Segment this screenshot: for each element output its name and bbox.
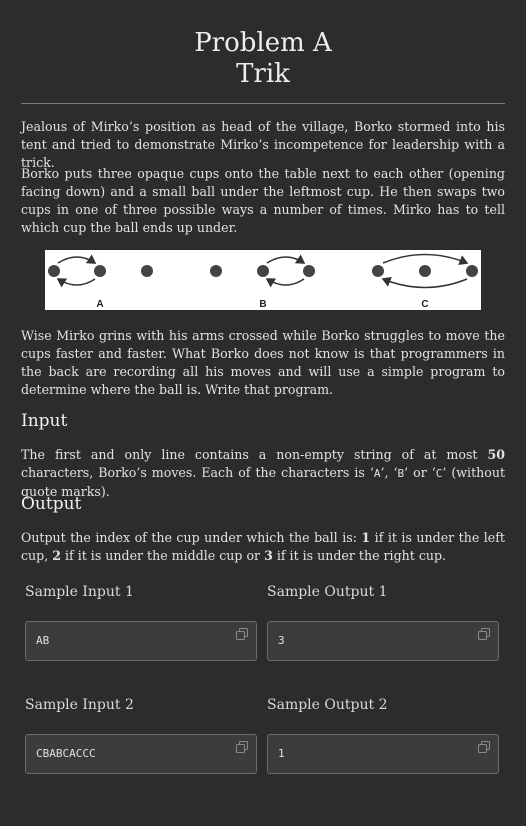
input-description: The first and only line contains a non-e… [21,446,505,501]
figure-label-c: C [421,299,428,310]
sample-output-1-box[interactable]: 3 [267,621,499,661]
output-text: if it is under the middle cup or [61,548,265,563]
sample-input-2-value[interactable]: CBABCACCC [36,747,96,760]
cup-swap-figure: A B C [45,250,481,310]
figure-group-c: C [372,253,478,310]
output-text: Output the index of the cup under which … [21,530,362,545]
output-heading: Output [21,494,82,514]
sample-output-1-value[interactable]: 3 [278,634,285,647]
copy-icon[interactable] [478,741,490,753]
problem-name: Trik [236,59,290,89]
input-text: ’, ‘ [380,465,398,480]
problem-title: Problem A Trik [0,28,526,90]
sample-output-2-box[interactable]: 1 [267,734,499,774]
figure-label-b: B [259,299,266,310]
problem-id: Problem A [194,28,332,58]
copy-icon[interactable] [478,628,490,640]
output-index-3: 3 [264,548,273,563]
output-description: Output the index of the cup under which … [21,529,505,565]
statement-paragraph-2: Borko puts three opaque cups onto the ta… [21,166,505,235]
output-index-2: 2 [52,548,61,563]
sample-input-2-box[interactable]: CBABCACCC [25,734,257,774]
input-text: ’ or ‘ [404,465,436,480]
sample-input-1-value[interactable]: AB [36,634,49,647]
title-divider [21,103,505,104]
input-max-length: 50 [487,447,505,462]
input-heading: Input [21,411,68,431]
input-text: characters, Borko’s moves. Each of the c… [21,465,374,480]
figure-group-a: A [48,254,153,310]
copy-icon[interactable] [236,628,248,640]
sample-output-1-label: Sample Output 1 [267,584,388,600]
problem-page: Problem A Trik Jealous of Mirko’s positi… [0,0,526,826]
sample-input-2-label: Sample Input 2 [25,697,134,713]
statement-paragraph-1: Jealous of Mirko’s position as head of t… [21,119,505,170]
figure-label-a: A [96,299,103,310]
sample-output-2-label: Sample Output 2 [267,697,388,713]
sample-output-2-value[interactable]: 1 [278,747,285,760]
copy-icon[interactable] [236,741,248,753]
sample-input-1-label: Sample Input 1 [25,584,134,600]
sample-input-1-box[interactable]: AB [25,621,257,661]
figure-group-b: B [210,254,315,310]
output-text: if it is under the right cup. [272,548,447,563]
input-text: The first and only line contains a non-e… [21,447,488,462]
statement-paragraph-3: Wise Mirko grins with his arms crossed w… [21,328,505,397]
output-index-1: 1 [361,530,371,545]
